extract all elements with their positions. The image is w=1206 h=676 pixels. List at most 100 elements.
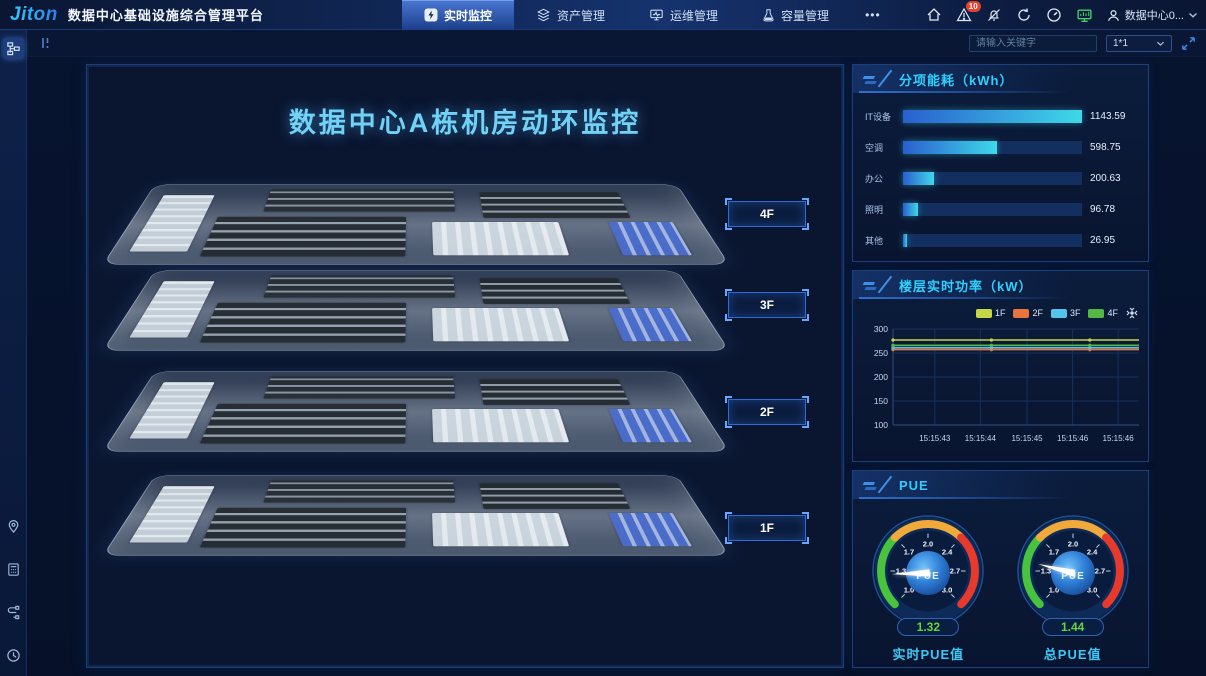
floor-button-4F[interactable]: 4F — [728, 201, 806, 227]
tab-label: 实时监控 — [444, 7, 492, 24]
sub-toolbar: 1*1 — [27, 30, 1206, 57]
app-root: Jiton 数据中心基础设施综合管理平台 实时监控资产管理运维管理容量管理•••… — [0, 0, 1206, 676]
pue-gauge: 1.01.31.72.02.42.73.0PUE 1.32 实时PUE值 — [859, 511, 997, 663]
floor-button-label: 1F — [760, 521, 774, 535]
scene-panel: 数据中心A栋机房动环监控 4F3F2F1F — [86, 64, 844, 668]
user-menu[interactable]: 数据中心0... — [1106, 7, 1198, 23]
svg-text:300: 300 — [874, 324, 888, 334]
energy-bar-label: 照明 — [865, 203, 903, 216]
floor-button-1F[interactable]: 1F — [728, 515, 806, 541]
energy-bar-fill — [903, 141, 997, 154]
floor-button-label: 2F — [760, 405, 774, 419]
panel-toggle-icon[interactable] — [39, 36, 55, 50]
alarm-icon[interactable]: 10 — [956, 7, 973, 24]
energy-panel-title: 分项能耗（kWh） — [899, 70, 1013, 89]
floor-button-2F[interactable]: 2F — [728, 399, 806, 425]
device-tree-icon[interactable] — [3, 38, 24, 59]
floor-3d-3F — [131, 232, 701, 382]
user-icon — [1106, 8, 1121, 23]
svg-text:2.0: 2.0 — [923, 540, 933, 549]
fullscreen-icon[interactable] — [1181, 36, 1196, 51]
history-icon[interactable] — [3, 645, 24, 666]
pue-gauge: 1.01.31.72.02.42.73.0PUE 1.44 总PUE值 — [1004, 511, 1142, 663]
legend-item-3F[interactable]: 3F — [1051, 308, 1081, 318]
chevron-down-icon — [1188, 11, 1198, 19]
pue-panel-title: PUE — [899, 478, 929, 493]
energy-bar-row: 空调 598.75 — [865, 132, 1136, 163]
tab-label: 资产管理 — [557, 7, 605, 24]
power-legend: 1F 2F 3F 4F — [976, 307, 1138, 319]
floor-3d-2F — [131, 333, 701, 483]
legend-label: 4F — [1107, 308, 1118, 318]
energy-bar-row: 其他26.95 — [865, 225, 1136, 256]
svg-text:250: 250 — [874, 348, 888, 358]
energy-bar-label: 其他 — [865, 234, 903, 247]
svg-text:2.7: 2.7 — [1094, 567, 1104, 576]
floor-stack: 4F 3F 2F 1F — [87, 65, 843, 667]
topbar-icons: 10 数据中心0... — [926, 0, 1198, 30]
user-name: 数据中心0... — [1125, 7, 1184, 23]
chevron-down-icon — [1156, 40, 1165, 47]
legend-item-4F[interactable]: 4F — [1088, 308, 1118, 318]
svg-text:2.4: 2.4 — [942, 547, 953, 556]
energy-bar-track — [903, 172, 1082, 185]
right-column: 分项能耗（kWh） IT设备1143.59空调598.75办公200.63照明9… — [852, 64, 1149, 668]
svg-text:2.4: 2.4 — [1087, 547, 1098, 556]
header-dashes-icon — [860, 76, 880, 85]
pue-gauge-svg: 1.01.31.72.02.42.73.0PUE — [1004, 511, 1142, 629]
svg-text:15:15:46: 15:15:46 — [1103, 434, 1135, 443]
pue-gauge-caption: 总PUE值 — [1004, 644, 1142, 663]
energy-bar-label: IT设备 — [865, 110, 903, 123]
alarm-badge: 10 — [966, 1, 981, 12]
energy-bar-value: 200.63 — [1090, 173, 1136, 184]
power-panel-header: 楼层实时功率（kW） — [853, 271, 1148, 299]
energy-bar-value: 598.75 — [1090, 142, 1136, 153]
energy-bars: IT设备1143.59空调598.75办公200.63照明96.78其他26.9… — [853, 93, 1148, 256]
sidebar-bottom-icons — [3, 508, 24, 666]
meter-icon[interactable] — [3, 559, 24, 580]
tab-realtime[interactable]: 实时监控 — [402, 0, 514, 30]
legend-item-1F[interactable]: 1F — [976, 308, 1006, 318]
legend-swatch — [976, 309, 992, 318]
chart-restore-icon[interactable] — [1126, 307, 1138, 319]
location-icon[interactable] — [3, 516, 24, 537]
legend-item-2F[interactable]: 2F — [1013, 308, 1043, 318]
monitor-icon[interactable] — [1076, 7, 1093, 24]
svg-text:2.0: 2.0 — [1067, 540, 1077, 549]
tab-label: 运维管理 — [670, 7, 718, 24]
legend-label: 1F — [995, 308, 1006, 318]
svg-text:1.7: 1.7 — [1048, 547, 1058, 556]
layout-select[interactable]: 1*1 — [1106, 35, 1172, 52]
tab-assets[interactable]: 资产管理 — [514, 0, 627, 30]
energy-bar-row: 照明 96.78 — [865, 194, 1136, 225]
pue-panel: PUE 1.01.31.72.02.42.73.0PUE 1.32 实时PUE值… — [852, 470, 1149, 668]
energy-bar-value: 96.78 — [1090, 204, 1136, 215]
dashboard-icon[interactable] — [1046, 7, 1063, 24]
svg-text:1.7: 1.7 — [904, 547, 914, 556]
svg-text:15:15:43: 15:15:43 — [919, 434, 951, 443]
refresh-icon[interactable] — [1016, 7, 1033, 24]
legend-label: 2F — [1032, 308, 1043, 318]
svg-text:150: 150 — [874, 396, 888, 406]
tab-capacity[interactable]: 容量管理 — [740, 0, 851, 30]
header-dashes-icon — [860, 282, 880, 291]
svg-text:15:15:45: 15:15:45 — [1011, 434, 1043, 443]
route-icon[interactable] — [3, 602, 24, 623]
floor-button-3F[interactable]: 3F — [728, 292, 806, 318]
tab-ops[interactable]: 运维管理 — [627, 0, 740, 30]
top-navbar: Jiton 数据中心基础设施综合管理平台 实时监控资产管理运维管理容量管理•••… — [0, 0, 1206, 30]
floor-button-label: 3F — [760, 298, 774, 312]
legend-swatch — [1051, 309, 1067, 318]
header-slash-icon — [878, 276, 893, 294]
energy-panel: 分项能耗（kWh） IT设备1143.59空调598.75办公200.63照明9… — [852, 64, 1149, 262]
mute-icon[interactable] — [986, 7, 1003, 24]
home-icon[interactable] — [926, 7, 943, 24]
energy-bar-label: 空调 — [865, 141, 903, 154]
energy-bar-track — [903, 203, 1082, 216]
energy-bar-fill — [903, 110, 1082, 123]
energy-bar-value: 1143.59 — [1090, 111, 1136, 122]
header-slash-icon — [878, 70, 893, 88]
power-panel: 楼层实时功率（kW） 1F2F3F4F 30025020015010015:15… — [852, 270, 1149, 462]
nav-more-button[interactable]: ••• — [851, 0, 895, 30]
search-input[interactable] — [969, 35, 1097, 52]
